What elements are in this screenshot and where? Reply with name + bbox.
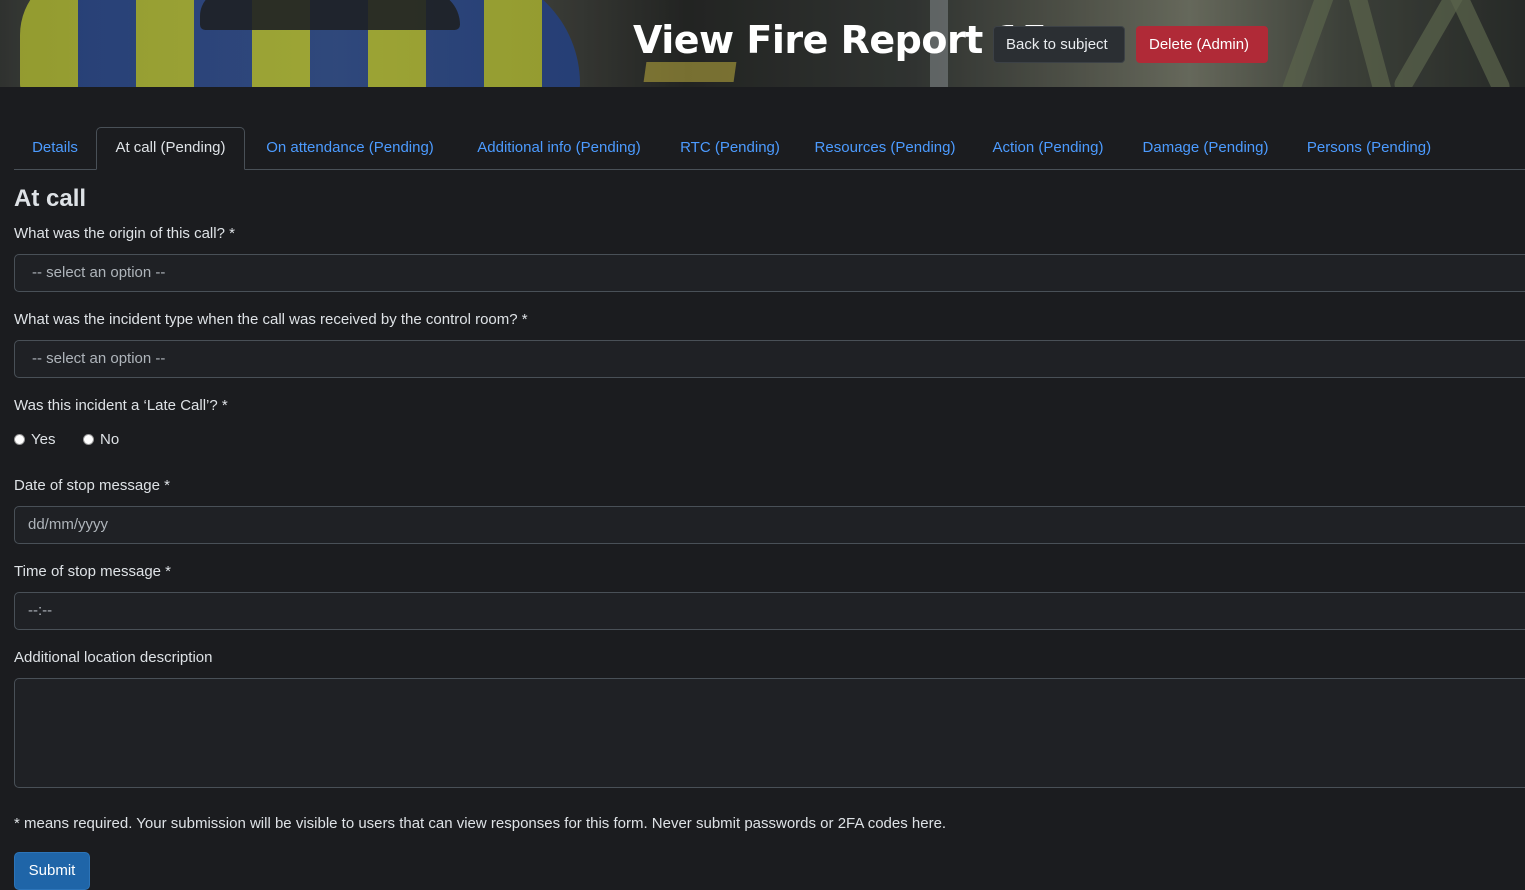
submit-button[interactable]: Submit bbox=[14, 852, 90, 890]
tab-resources[interactable]: Resources (Pending) bbox=[797, 127, 973, 169]
stop-date-input[interactable]: dd/mm/yyyy bbox=[14, 506, 1525, 544]
location-label: Additional location description bbox=[14, 649, 213, 666]
tab-details[interactable]: Details bbox=[14, 127, 96, 169]
tab-persons[interactable]: Persons (Pending) bbox=[1288, 127, 1450, 169]
tab-at-call[interactable]: At call (Pending) bbox=[96, 127, 245, 170]
origin-label: What was the origin of this call? * bbox=[14, 225, 235, 242]
stop-time-label: Time of stop message * bbox=[14, 563, 172, 580]
section-title: At call bbox=[14, 185, 87, 212]
stop-date-label: Date of stop message * bbox=[14, 477, 170, 494]
late-call-yes-label: Yes bbox=[31, 430, 56, 448]
radio-circle-icon[interactable] bbox=[14, 433, 25, 445]
late-call-no-radio[interactable]: No bbox=[83, 430, 119, 448]
late-call-no-label: No bbox=[100, 430, 120, 448]
incident-type-label: What was the incident type when the call… bbox=[14, 311, 528, 328]
tab-action[interactable]: Action (Pending) bbox=[973, 127, 1123, 169]
location-textarea[interactable] bbox=[14, 678, 1525, 788]
incident-type-select[interactable]: -- select an option -- bbox=[14, 340, 1525, 378]
tab-on-attendance[interactable]: On attendance (Pending) bbox=[245, 127, 455, 169]
tab-additional-info[interactable]: Additional info (Pending) bbox=[455, 127, 663, 169]
tab-damage[interactable]: Damage (Pending) bbox=[1123, 127, 1288, 169]
report-tabs: Details At call (Pending) On attendance … bbox=[14, 127, 1525, 170]
page-title: View Fire Report 15 bbox=[633, 18, 1048, 62]
tab-rtc[interactable]: RTC (Pending) bbox=[663, 127, 797, 169]
origin-select[interactable]: -- select an option -- bbox=[14, 254, 1525, 292]
late-call-label: Was this incident a ‘Late Call’? * bbox=[14, 397, 228, 414]
required-note: * means required. Your submission will b… bbox=[14, 815, 947, 832]
stop-time-input[interactable]: --:-- bbox=[14, 592, 1525, 630]
late-call-yes-radio[interactable]: Yes bbox=[14, 430, 55, 448]
back-to-subject-button[interactable]: Back to subject bbox=[993, 26, 1125, 63]
radio-circle-icon[interactable] bbox=[83, 433, 94, 445]
delete-admin-button[interactable]: Delete (Admin) bbox=[1136, 26, 1268, 63]
